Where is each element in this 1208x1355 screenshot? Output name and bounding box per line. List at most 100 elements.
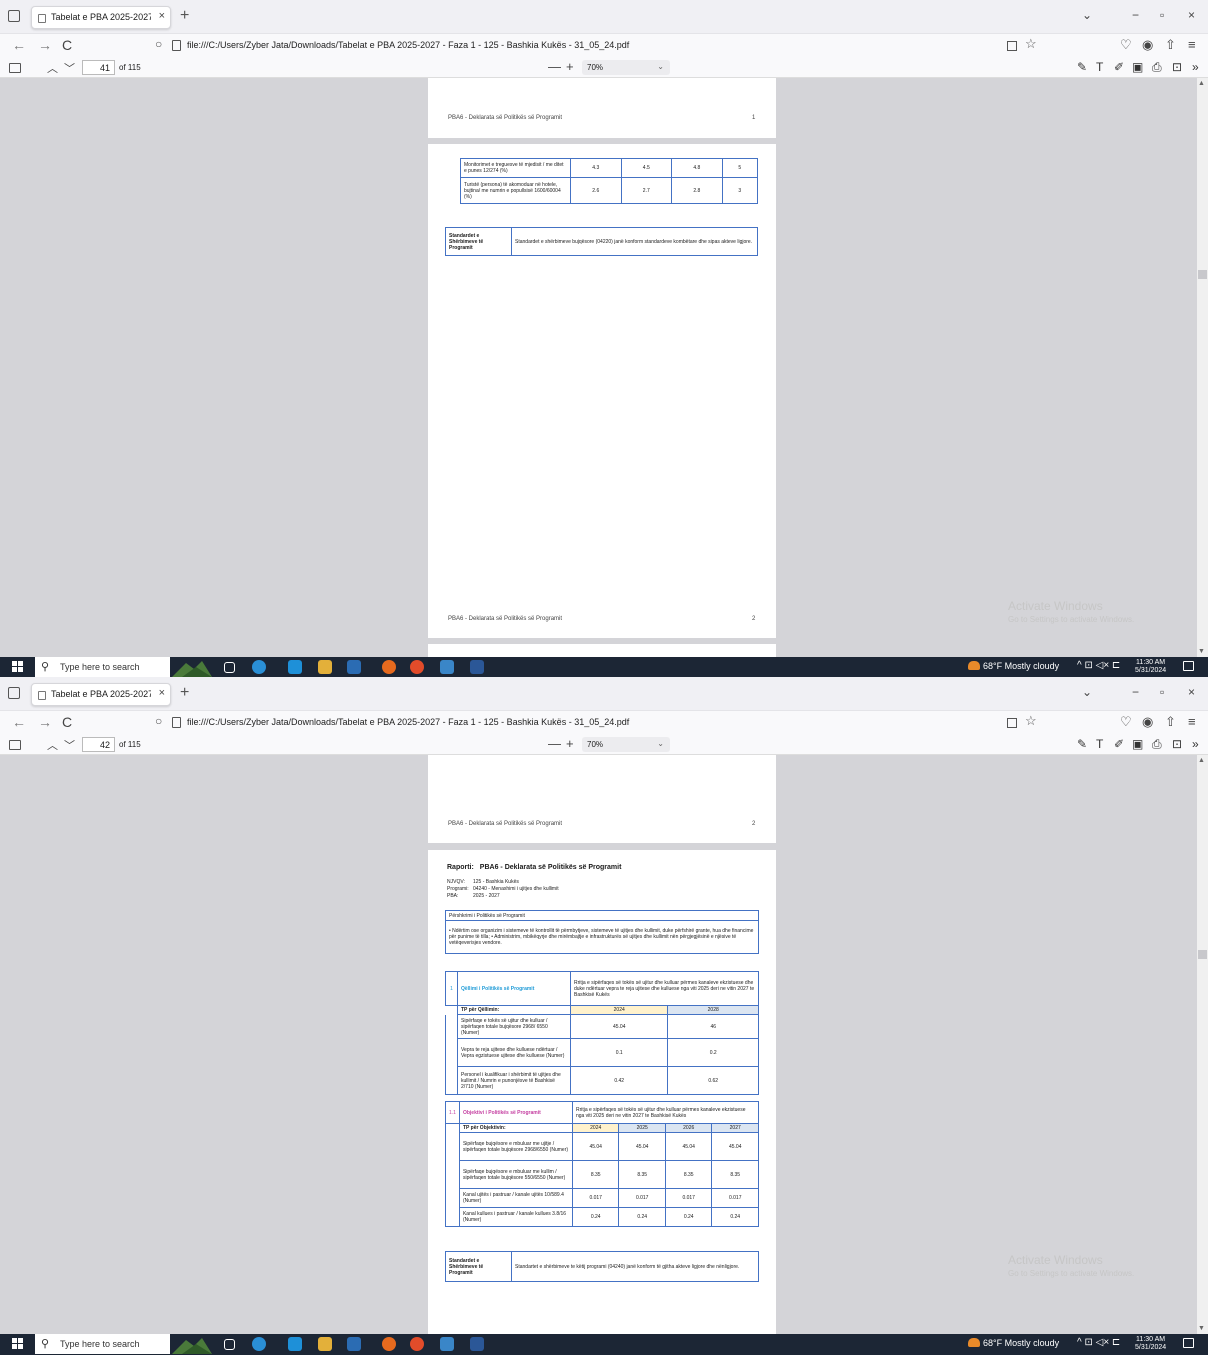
calculator-icon[interactable] <box>347 660 361 674</box>
more-tools-icon[interactable]: » <box>1192 737 1199 751</box>
system-tray-icons[interactable]: ^ ⊡ ◁× ⊏ <box>1077 1337 1120 1348</box>
pdf-viewer[interactable]: PBA6 - Deklarata së Politikës së Program… <box>0 78 1197 657</box>
minimize-button[interactable]: − <box>1132 8 1139 22</box>
notification-icon[interactable] <box>1183 1338 1194 1348</box>
extensions-icon[interactable]: ⇧ <box>1165 714 1176 730</box>
new-tab-button[interactable]: + <box>180 7 189 25</box>
chrome-icon[interactable] <box>410 660 424 674</box>
save-icon[interactable]: ⊡ <box>1172 60 1182 74</box>
list-all-tabs-chevron-icon[interactable]: ⌄ <box>1082 685 1092 699</box>
file-explorer-icon[interactable] <box>318 660 332 674</box>
windows-start-icon[interactable] <box>12 661 24 673</box>
taskbar-search[interactable]: ⚲ Type here to search <box>35 1334 170 1354</box>
bookmark-star-icon[interactable]: ☆ <box>1025 36 1037 52</box>
chrome-icon[interactable] <box>410 1337 424 1351</box>
more-tools-icon[interactable]: » <box>1192 60 1199 74</box>
zoom-select[interactable]: 70% ⌄ <box>582 737 670 752</box>
photos-icon[interactable] <box>440 1337 454 1351</box>
list-all-tabs-chevron-icon[interactable]: ⌄ <box>1082 8 1092 22</box>
tab-close-button[interactable]: × <box>159 10 165 22</box>
page-number-input[interactable]: 42 <box>82 737 115 752</box>
edge-icon[interactable] <box>252 1337 266 1351</box>
scroll-down-icon[interactable]: ▼ <box>1198 648 1205 655</box>
word-icon[interactable] <box>470 660 484 674</box>
text-tool-icon[interactable]: T <box>1096 60 1103 74</box>
pocket-icon[interactable]: ♡ <box>1120 37 1132 53</box>
sidebar-toggle-icon[interactable] <box>9 63 21 73</box>
url-bar[interactable]: ○ file:///C:/Users/Zyber Jata/Downloads/… <box>147 713 1042 733</box>
next-page-icon[interactable]: ﹀ <box>64 737 75 753</box>
sidebar-toggle-icon[interactable] <box>9 740 21 750</box>
next-page-icon[interactable]: ﹀ <box>64 60 75 76</box>
maximize-button[interactable]: ▫ <box>1160 8 1164 22</box>
zoom-out-button[interactable]: — <box>548 59 561 74</box>
reload-button[interactable]: C <box>62 37 72 53</box>
account-icon[interactable]: ◉ <box>1142 37 1153 53</box>
weather-widget[interactable]: 68°F Mostly cloudy <box>968 1338 1059 1348</box>
firefox-icon[interactable] <box>382 660 396 674</box>
menu-icon[interactable]: ≡ <box>1188 37 1196 52</box>
scroll-thumb[interactable] <box>1198 270 1207 279</box>
close-window-button[interactable]: × <box>1188 685 1195 699</box>
save-icon[interactable]: ⊡ <box>1172 737 1182 751</box>
notification-icon[interactable] <box>1183 661 1194 671</box>
reader-view-icon[interactable] <box>1007 41 1017 51</box>
draw-tool-icon[interactable]: ✐ <box>1114 60 1124 74</box>
firefox-icon[interactable] <box>382 1337 396 1351</box>
scroll-down-icon[interactable]: ▼ <box>1198 1325 1205 1332</box>
zoom-in-button[interactable]: + <box>566 736 574 751</box>
tab-close-button[interactable]: × <box>159 687 165 699</box>
menu-icon[interactable]: ≡ <box>1188 714 1196 729</box>
back-button[interactable]: ← <box>12 37 26 53</box>
shield-icon[interactable]: ○ <box>155 714 162 728</box>
scroll-thumb[interactable] <box>1198 950 1207 959</box>
back-button[interactable]: ← <box>12 714 26 730</box>
windows-start-icon[interactable] <box>12 1338 24 1350</box>
scroll-up-icon[interactable]: ▲ <box>1198 757 1205 764</box>
previous-page-icon[interactable]: ︿ <box>47 60 58 76</box>
photos-icon[interactable] <box>440 660 454 674</box>
highlight-pen-icon[interactable]: ✎ <box>1077 737 1087 751</box>
browser-tab[interactable]: Tabelat e PBA 2025-2027 - Faza 1 - 1 × <box>31 683 171 706</box>
list-all-tabs-icon[interactable] <box>8 687 20 699</box>
task-view-icon[interactable] <box>224 662 235 673</box>
forward-button[interactable]: → <box>38 714 52 730</box>
previous-page-icon[interactable]: ︿ <box>47 737 58 753</box>
image-tool-icon[interactable]: ▣ <box>1132 60 1143 74</box>
account-icon[interactable]: ◉ <box>1142 714 1153 730</box>
new-tab-button[interactable]: + <box>180 684 189 702</box>
print-icon[interactable]: ⎙ <box>1152 60 1162 75</box>
url-bar[interactable]: ○ file:///C:/Users/Zyber Jata/Downloads/… <box>147 36 1042 56</box>
browser-tab[interactable]: Tabelat e PBA 2025-2027 - Faza 1 - 1 × <box>31 6 171 29</box>
weather-widget[interactable]: 68°F Mostly cloudy <box>968 661 1059 671</box>
text-tool-icon[interactable]: T <box>1096 737 1103 751</box>
zoom-in-button[interactable]: + <box>566 59 574 74</box>
url-text[interactable]: file:///C:/Users/Zyber Jata/Downloads/Ta… <box>187 40 629 50</box>
vertical-scrollbar[interactable]: ▲ ▼ <box>1197 755 1208 1334</box>
highlight-pen-icon[interactable]: ✎ <box>1077 60 1087 74</box>
image-tool-icon[interactable]: ▣ <box>1132 737 1143 751</box>
scroll-up-icon[interactable]: ▲ <box>1198 80 1205 87</box>
edge-icon[interactable] <box>252 660 266 674</box>
extensions-icon[interactable]: ⇧ <box>1165 37 1176 53</box>
zoom-out-button[interactable]: — <box>548 736 561 751</box>
zoom-select[interactable]: 70% ⌄ <box>582 60 670 75</box>
reader-view-icon[interactable] <box>1007 718 1017 728</box>
list-all-tabs-icon[interactable] <box>8 10 20 22</box>
maximize-button[interactable]: ▫ <box>1160 685 1164 699</box>
print-icon[interactable]: ⎙ <box>1152 737 1162 752</box>
draw-tool-icon[interactable]: ✐ <box>1114 737 1124 751</box>
task-view-icon[interactable] <box>224 1339 235 1350</box>
forward-button[interactable]: → <box>38 37 52 53</box>
close-window-button[interactable]: × <box>1188 8 1195 22</box>
store-icon[interactable] <box>288 660 302 674</box>
shield-icon[interactable]: ○ <box>155 37 162 51</box>
url-text[interactable]: file:///C:/Users/Zyber Jata/Downloads/Ta… <box>187 717 629 727</box>
pocket-icon[interactable]: ♡ <box>1120 714 1132 730</box>
system-tray-icons[interactable]: ^ ⊡ ◁× ⊏ <box>1077 660 1120 671</box>
store-icon[interactable] <box>288 1337 302 1351</box>
pdf-viewer[interactable]: PBA6 - Deklarata së Politikës së Program… <box>0 755 1197 1334</box>
clock[interactable]: 11:30 AM 5/31/2024 <box>1135 659 1166 675</box>
file-explorer-icon[interactable] <box>318 1337 332 1351</box>
page-number-input[interactable]: 41 <box>82 60 115 75</box>
